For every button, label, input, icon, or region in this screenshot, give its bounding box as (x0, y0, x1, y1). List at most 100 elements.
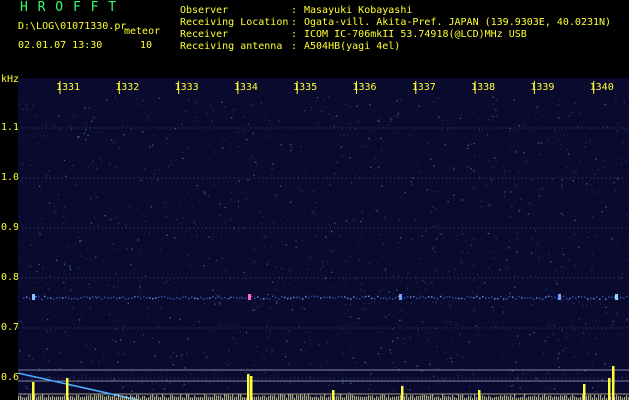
noise-dot (88, 246, 90, 248)
noise-dot (122, 168, 125, 170)
carrier-dot (98, 296, 100, 298)
noise-dot (142, 215, 145, 217)
carrier-dot (383, 297, 385, 300)
noise-dot (278, 120, 280, 122)
noise-floor (598, 395, 600, 400)
noise-dot (524, 108, 526, 111)
noise-dot (472, 310, 475, 312)
noise-dot (578, 246, 580, 249)
noise-dot (157, 118, 159, 120)
noise-dot (219, 324, 221, 326)
noise-floor (218, 395, 220, 400)
noise-dot (461, 261, 463, 263)
noise-dot (547, 304, 549, 306)
noise-floor (532, 396, 534, 400)
noise-dot (565, 336, 567, 338)
noise-dot (114, 141, 116, 143)
noise-dot (557, 317, 559, 319)
noise-dot (443, 378, 446, 380)
noise-dot (414, 219, 416, 221)
carrier-dot (179, 298, 181, 300)
noise-dot (190, 236, 192, 238)
noise-dot (450, 308, 452, 310)
noise-dot (243, 129, 245, 131)
noise-dot (336, 161, 338, 163)
noise-floor (346, 394, 348, 400)
app-title: H R O F F T (20, 0, 118, 15)
noise-dot (539, 220, 541, 222)
noise-dot (38, 281, 40, 284)
noise-floor (268, 396, 270, 400)
noise-dot (459, 117, 462, 120)
noise-dot (305, 349, 308, 351)
noise-dot (260, 231, 262, 233)
carrier-dot (176, 297, 178, 299)
noise-dot (384, 270, 387, 272)
noise-dot (362, 217, 364, 220)
noise-dot (163, 364, 165, 366)
noise-dot (333, 335, 335, 338)
noise-dot (208, 395, 210, 397)
noise-dot (249, 113, 251, 115)
noise-dot (294, 135, 296, 137)
noise-dot (269, 215, 271, 217)
noise-dot (331, 116, 334, 118)
noise-floor (96, 395, 98, 400)
noise-dot (250, 104, 252, 106)
noise-dot (246, 138, 248, 141)
meteor-echo (615, 294, 618, 300)
noise-dot (363, 291, 365, 293)
noise-dot (546, 343, 549, 345)
noise-dot (206, 214, 208, 216)
noise-dot (238, 131, 240, 133)
noise-dot (462, 241, 465, 243)
noise-dot (337, 311, 340, 313)
noise-dot (256, 346, 258, 348)
noise-dot (176, 355, 178, 357)
noise-dot (399, 325, 401, 327)
carrier-dot (74, 297, 76, 299)
noise-dot (187, 192, 189, 194)
noise-dot (343, 279, 345, 281)
noise-dot (146, 315, 149, 317)
noise-floor (586, 395, 588, 400)
location-label: Receiving Location (180, 17, 289, 28)
carrier-dot (437, 297, 439, 300)
noise-dot (267, 293, 269, 296)
noise-dot (376, 210, 378, 212)
carrier-dot (452, 296, 454, 299)
noise-floor (528, 396, 530, 400)
noise-dot (335, 115, 338, 117)
noise-dot (499, 242, 501, 244)
noise-floor (562, 396, 564, 400)
noise-dot (212, 239, 214, 241)
noise-dot (545, 209, 548, 212)
noise-dot (113, 328, 115, 331)
noise-dot (586, 97, 588, 99)
noise-floor (574, 396, 576, 400)
carrier-dot (479, 297, 481, 300)
noise-dot (617, 245, 619, 247)
noise-dot (453, 194, 455, 196)
noise-dot (368, 262, 371, 264)
noise-dot (622, 142, 624, 144)
carrier-dot (137, 295, 139, 298)
noise-dot (85, 129, 87, 131)
noise-dot (183, 182, 185, 185)
noise-dot (121, 316, 124, 319)
noise-floor (348, 395, 350, 400)
noise-dot (480, 345, 482, 347)
noise-dot (493, 257, 495, 259)
noise-dot (568, 115, 570, 117)
noise-dot (541, 299, 544, 301)
noise-dot (130, 263, 132, 266)
noise-dot (320, 203, 322, 206)
noise-dot (379, 302, 381, 304)
noise-dot (43, 135, 45, 137)
noise-dot (33, 235, 36, 238)
noise-dot (595, 390, 597, 392)
noise-dot (253, 309, 255, 311)
noise-dot (535, 230, 537, 232)
noise-dot (258, 305, 260, 308)
noise-dot (575, 166, 577, 168)
